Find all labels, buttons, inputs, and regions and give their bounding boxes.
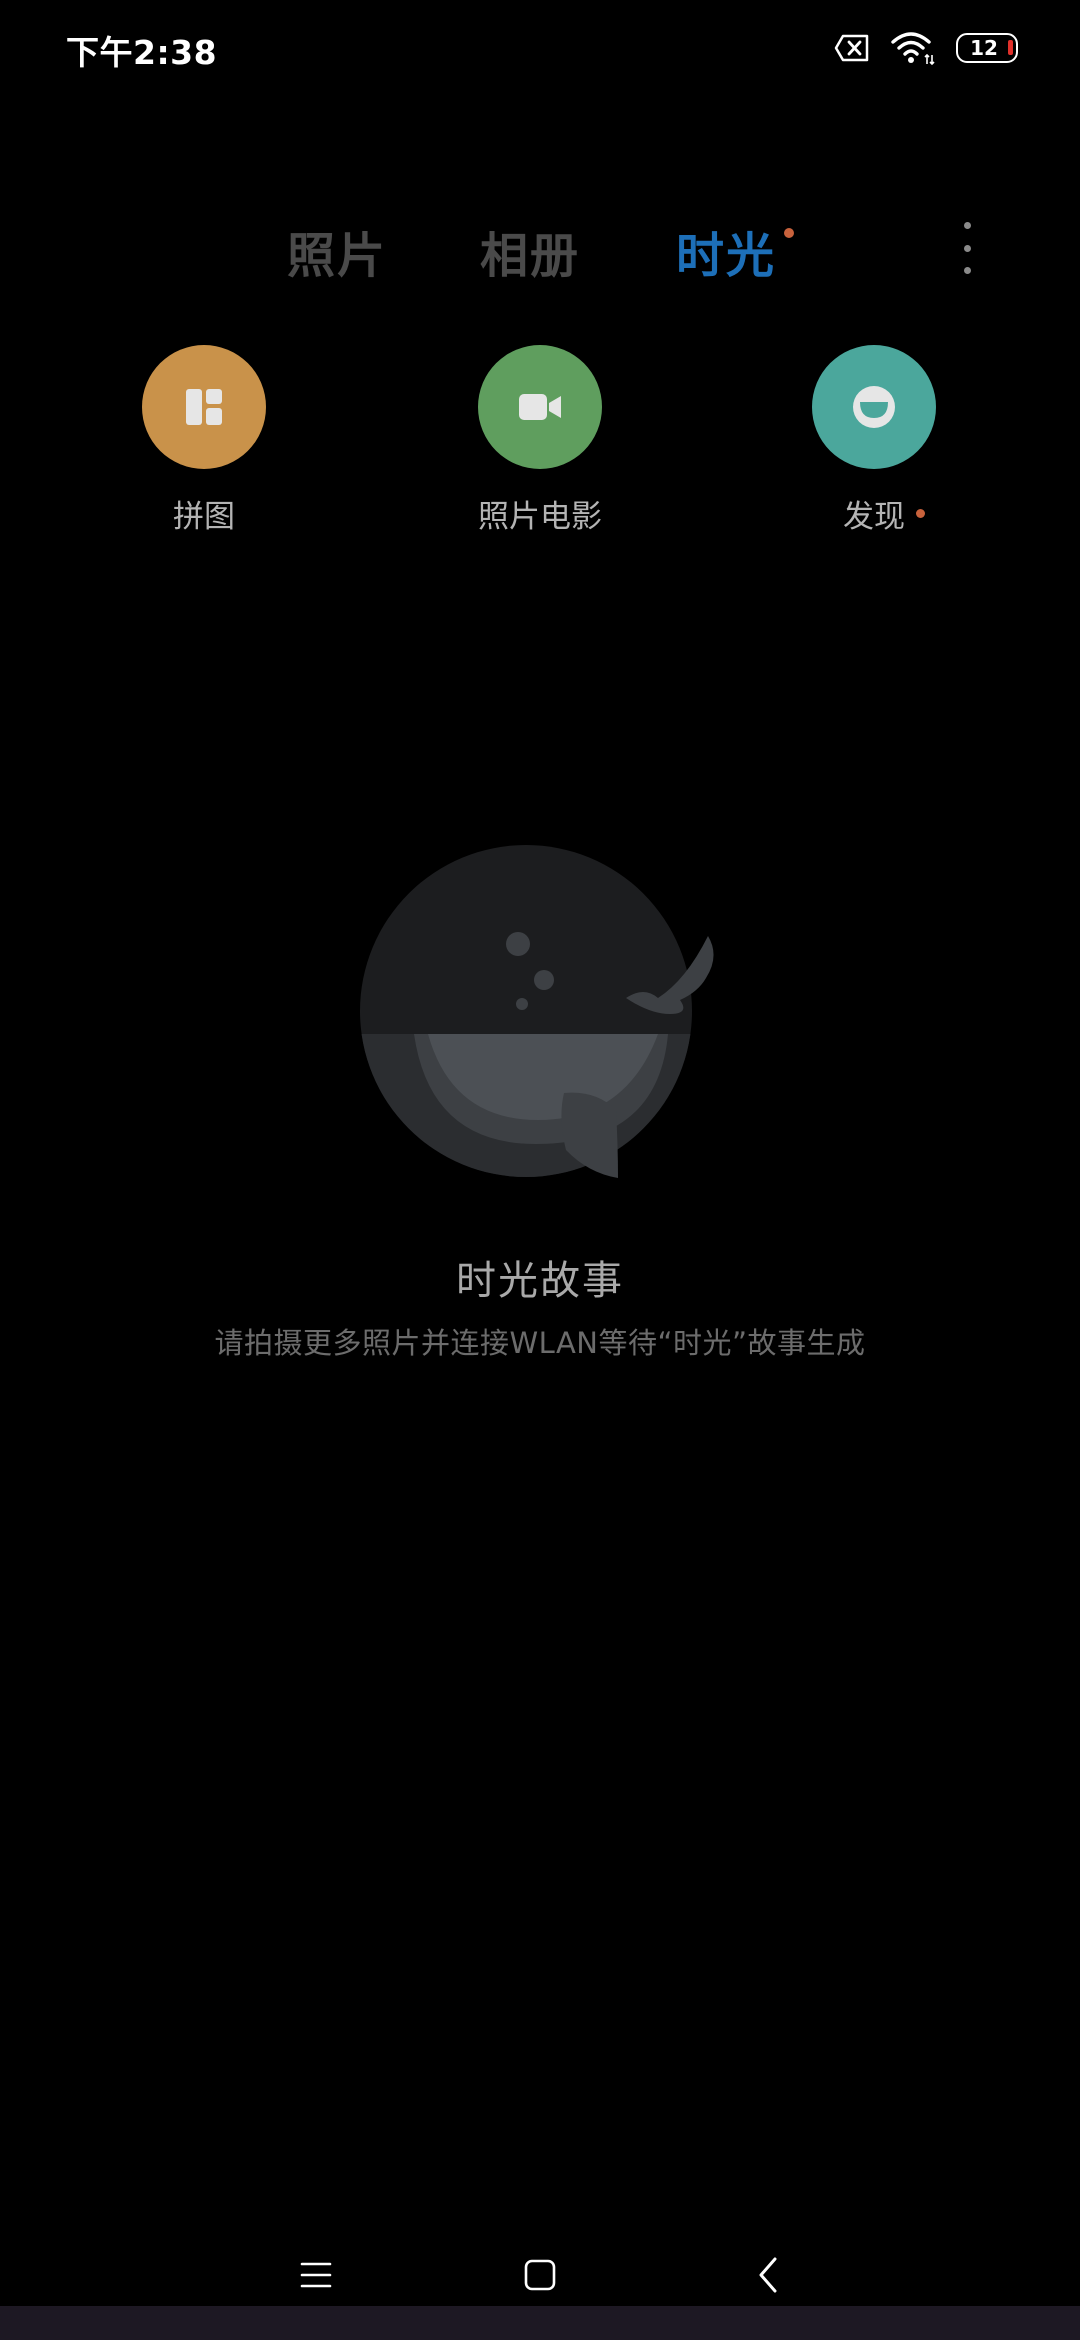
tab-albums[interactable]: 相册 — [480, 216, 580, 286]
collage-icon — [186, 389, 222, 425]
photo-movie-button[interactable]: 照片电影 — [440, 345, 640, 536]
collage-button[interactable]: 拼图 — [104, 345, 304, 536]
discover-label: 发现 — [843, 491, 925, 536]
smiley-face-icon — [853, 386, 895, 428]
battery-icon: 12 — [956, 33, 1018, 63]
more-dot-icon — [963, 222, 971, 229]
empty-state-title: 时光故事 — [456, 1258, 624, 1304]
empty-state-subtitle: 请拍摄更多照片并连接WLAN等待“时光”故事生成 — [214, 1326, 866, 1360]
more-options-button[interactable] — [956, 222, 978, 274]
tab-photos[interactable]: 照片 — [287, 216, 387, 286]
recent-apps-button[interactable] — [286, 2248, 346, 2302]
notification-dot — [916, 509, 925, 518]
status-icons: 12 — [834, 28, 1018, 68]
battery-level: 12 — [970, 36, 998, 60]
more-dot-icon — [963, 267, 971, 274]
collage-label: 拼图 — [173, 491, 235, 536]
discover-label-text: 发现 — [843, 499, 905, 535]
photo-movie-label: 照片电影 — [478, 491, 602, 536]
status-time: 下午2:38 — [66, 33, 218, 72]
wifi-icon — [890, 30, 936, 66]
bottom-edge — [0, 2306, 1080, 2340]
menu-icon — [300, 2262, 332, 2288]
collage-label-text: 拼图 — [173, 499, 235, 535]
discover-button[interactable]: 发现 — [774, 345, 974, 536]
back-button[interactable] — [738, 2248, 798, 2302]
tab-moments[interactable]: 时光 — [676, 216, 795, 286]
status-bar: 下午2:38 12 — [0, 0, 1080, 100]
navigation-bar — [0, 2240, 1080, 2310]
home-button[interactable] — [510, 2248, 570, 2302]
video-camera-icon — [519, 394, 561, 420]
more-dot-icon — [963, 244, 971, 252]
home-square-icon — [524, 2259, 556, 2291]
discover-circle — [812, 345, 936, 469]
battery-fill — [1008, 40, 1013, 55]
photo-movie-circle — [478, 345, 602, 469]
collage-circle — [142, 345, 266, 469]
back-arrow-icon — [759, 2257, 777, 2293]
notification-dot — [784, 228, 795, 238]
whale-illustration — [358, 838, 728, 1188]
photo-movie-label-text: 照片电影 — [478, 499, 602, 535]
tab-bar: 照片 相册 时光 — [0, 200, 1080, 300]
tab-moments-label: 时光 — [676, 228, 777, 284]
sim-error-icon — [834, 34, 870, 62]
